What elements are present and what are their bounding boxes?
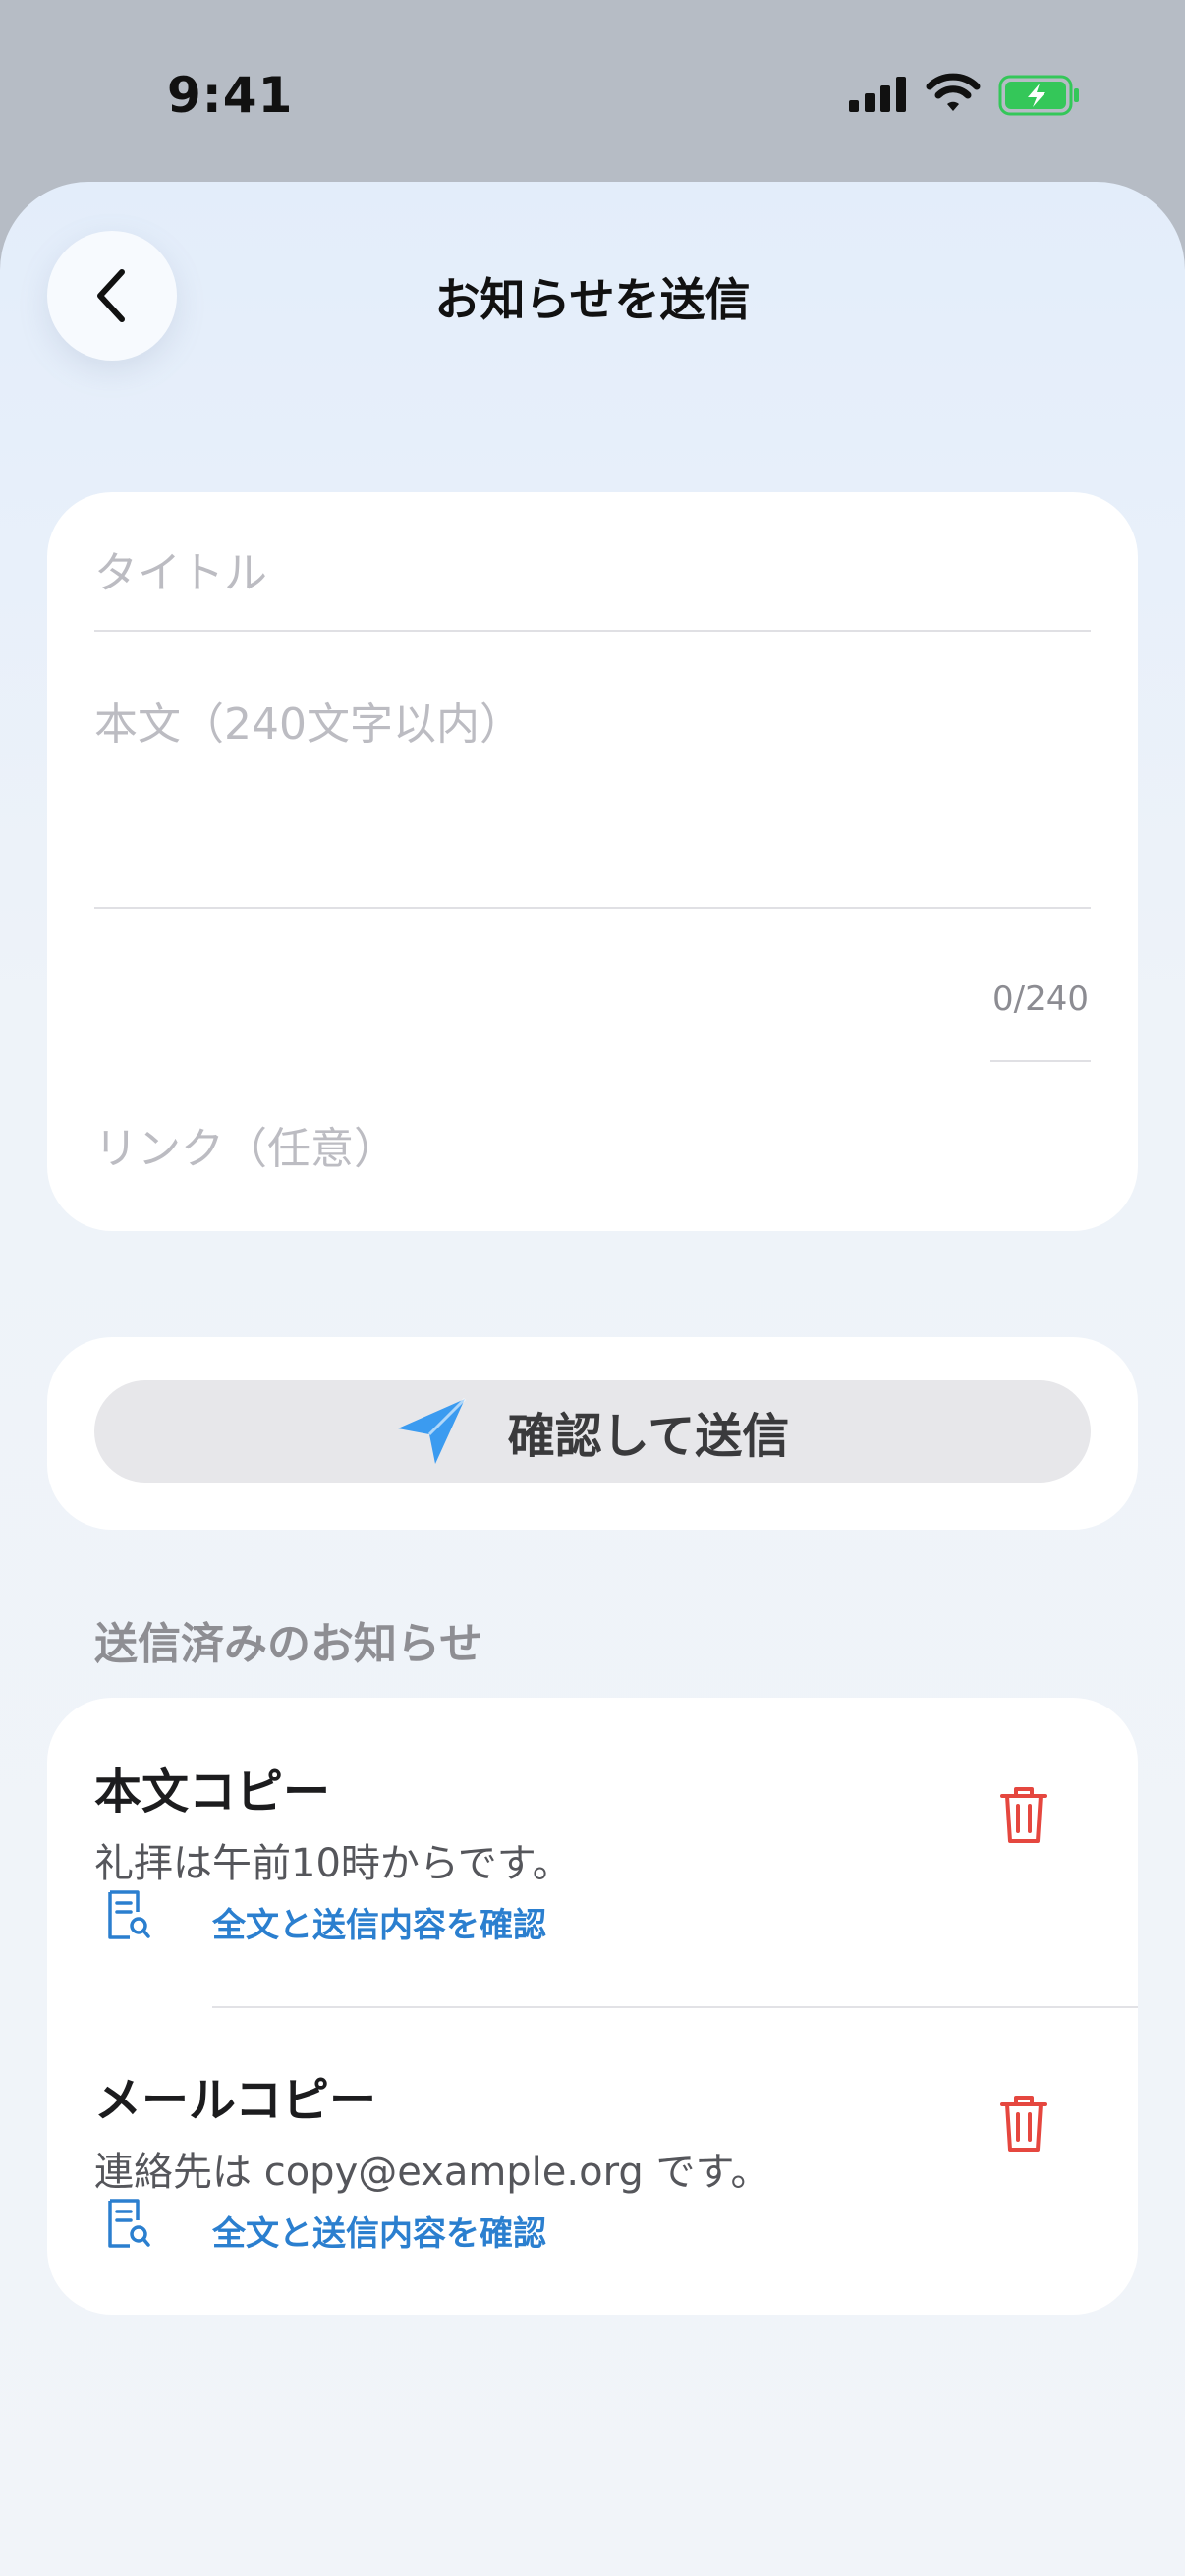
body-divider <box>94 907 1091 909</box>
counter-divider <box>990 1060 1091 1062</box>
title-field[interactable]: タイトル <box>94 537 267 600</box>
body-field[interactable]: 本文（240文字以内） <box>94 689 523 752</box>
list-item: 本文コピー 礼拝は午前10時からです。 全文と送信内容を確認 <box>47 1698 1138 2008</box>
notice-form-card: タイトル 本文（240文字以内） 0/240 リンク（任意） <box>47 492 1138 1231</box>
trash-icon[interactable] <box>998 1784 1049 1845</box>
notice-title: メールコピー <box>94 2073 377 2128</box>
document-search-icon <box>108 1890 150 1939</box>
list-item: メールコピー 連絡先は copy@example.org です。 全文と送信内容… <box>47 2006 1138 2315</box>
document-search-icon <box>108 2199 150 2248</box>
status-bar: 9:41 <box>0 0 1185 187</box>
notice-title: 本文コピー <box>94 1764 331 1820</box>
compose-sheet: お知らせを送信 タイトル 本文（240文字以内） 0/240 リンク（任意） 確… <box>0 182 1185 2576</box>
notice-body: 連絡先は copy@example.org です。 <box>94 2150 770 2195</box>
paper-plane-icon <box>397 1397 466 1464</box>
page-title: お知らせを送信 <box>434 273 751 326</box>
send-card: 確認して送信 <box>47 1337 1138 1530</box>
battery-charging-icon <box>998 75 1079 116</box>
sent-notices-list: 本文コピー 礼拝は午前10時からです。 全文と送信内容を確認 メールコピー 連絡… <box>47 1698 1138 2315</box>
confirm-send-button[interactable]: 確認して送信 <box>94 1380 1091 1483</box>
cellular-signal-icon <box>849 77 906 112</box>
character-counter: 0/240 <box>992 980 1089 1019</box>
trash-icon[interactable] <box>998 2093 1049 2154</box>
status-time: 9:41 <box>167 67 294 124</box>
wifi-icon <box>926 73 981 111</box>
confirm-send-label: 確認して送信 <box>507 1409 790 1464</box>
view-details-link[interactable]: 全文と送信内容を確認 <box>212 1898 546 1946</box>
notice-body: 礼拝は午前10時からです。 <box>94 1841 572 1886</box>
sent-notices-heading: 送信済みのお知らせ <box>94 1619 483 1669</box>
view-details-link[interactable]: 全文と送信内容を確認 <box>212 2207 546 2255</box>
title-divider <box>94 630 1091 632</box>
link-field[interactable]: リンク（任意） <box>94 1113 397 1176</box>
